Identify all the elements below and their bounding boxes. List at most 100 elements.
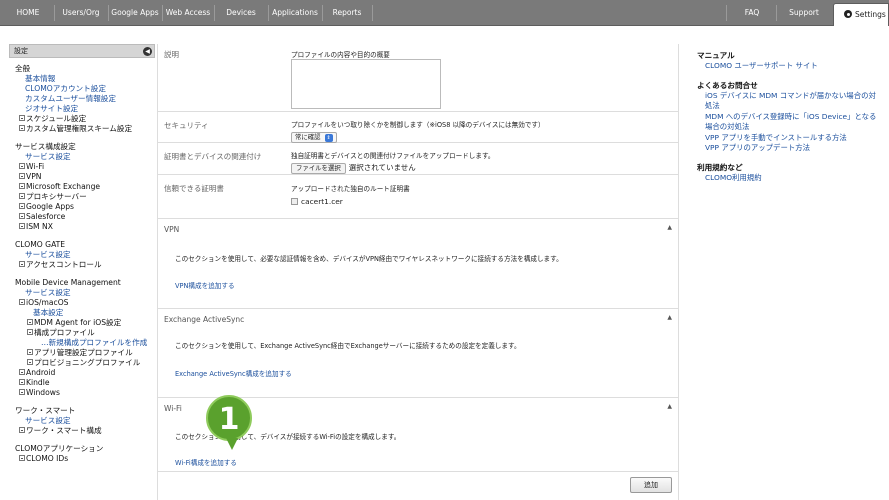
- sidebar-item-label: …新規構成プロファイルを作成: [41, 338, 148, 347]
- expand-tree-icon[interactable]: [19, 389, 25, 395]
- sidebar-item[interactable]: 構成プロファイル: [15, 328, 155, 338]
- description-row: 説明 プロファイルの内容や目的の概要: [158, 44, 678, 112]
- nav-users-org[interactable]: Users/Org: [56, 0, 106, 26]
- faq-link[interactable]: MDM へのデバイス登録時に「iOS Device」となる場合の対処法: [697, 112, 882, 133]
- sidebar-item[interactable]: ジオサイト設定: [15, 104, 155, 114]
- sidebar-item[interactable]: Salesforce: [15, 212, 155, 222]
- expand-tree-icon[interactable]: [19, 223, 25, 229]
- sidebar-item[interactable]: サービス設定: [15, 288, 155, 298]
- sidebar-item[interactable]: CLOMOアカウント設定: [15, 84, 155, 94]
- expand-tree-icon[interactable]: [19, 193, 25, 199]
- add-vpn-link[interactable]: VPN構成を追加する: [175, 280, 235, 290]
- expand-tree-icon[interactable]: [19, 203, 25, 209]
- sidebar-item[interactable]: CLOMO IDs: [15, 454, 155, 464]
- expand-tree-icon[interactable]: [27, 359, 33, 365]
- expand-tree-icon[interactable]: [19, 115, 25, 121]
- sidebar-item[interactable]: Kindle: [15, 378, 155, 388]
- collapse-up-icon[interactable]: ▲: [667, 224, 672, 231]
- sidebar-item-label: サービス設定: [25, 416, 71, 425]
- wifi-section-description: このセクションを使用して、デバイスが接続するWi-Fiの設定を構成します。: [175, 433, 401, 441]
- nav-separator: [726, 5, 727, 21]
- expand-tree-icon[interactable]: [19, 455, 25, 461]
- sidebar-item[interactable]: Google Apps: [15, 202, 155, 212]
- expand-tree-icon[interactable]: [19, 299, 25, 305]
- nav-google-apps[interactable]: Google Apps: [110, 0, 160, 26]
- faq-link[interactable]: VPP アプリを手動でインストールする方法: [697, 133, 882, 144]
- manual-heading: マニュアル: [697, 51, 735, 60]
- security-hint: プロファイルをいつ取り除くかを制御します（※iOS8 以降のデバイスには無効です…: [291, 121, 545, 129]
- security-row: セキュリティ プロファイルをいつ取り除くかを制御します（※iOS8 以降のデバイ…: [158, 112, 678, 143]
- sidebar-item[interactable]: カスタムユーザー情報設定: [15, 94, 155, 104]
- description-textarea[interactable]: [291, 59, 441, 109]
- nav-support[interactable]: Support: [778, 0, 830, 26]
- sidebar-item-label: サービス設定: [25, 152, 71, 161]
- expand-tree-icon[interactable]: [19, 261, 25, 267]
- sidebar-item[interactable]: ワーク・スマート構成: [15, 426, 155, 436]
- nav-web-access[interactable]: Web Access: [164, 0, 212, 26]
- sidebar-item[interactable]: Microsoft Exchange: [15, 182, 155, 192]
- sidebar-group-title: CLOMO GATE: [15, 240, 66, 249]
- sidebar-header: 設定 ◀: [9, 44, 155, 58]
- collapse-sidebar-icon[interactable]: ◀: [143, 47, 152, 56]
- expand-tree-icon[interactable]: [19, 379, 25, 385]
- add-button[interactable]: 追加: [630, 477, 672, 493]
- nav-reports[interactable]: Reports: [324, 0, 370, 26]
- cert-assoc-content: 独自証明書とデバイスとの関連付けファイルをアップロードします。 ファイルを選択選…: [291, 150, 494, 174]
- nav-separator: [214, 5, 215, 21]
- sidebar-item[interactable]: 基本情報: [15, 74, 155, 84]
- sidebar-item[interactable]: MDM Agent for iOS設定: [15, 318, 155, 328]
- security-select[interactable]: 常に確認 ⇕: [291, 132, 337, 143]
- vpn-section-title: VPN: [164, 225, 180, 234]
- nav-applications[interactable]: Applications: [270, 0, 320, 26]
- sidebar-item[interactable]: アプリ管理設定プロファイル: [15, 348, 155, 358]
- add-wifi-link[interactable]: Wi-Fi構成を追加する: [175, 457, 237, 467]
- sidebar-item[interactable]: ISM NX: [15, 222, 155, 232]
- expand-tree-icon[interactable]: [27, 329, 33, 335]
- sidebar-item-label: Wi-Fi: [26, 162, 45, 171]
- choose-file-button[interactable]: ファイルを選択: [291, 163, 346, 174]
- expand-tree-icon[interactable]: [19, 163, 25, 169]
- nav-devices[interactable]: Devices: [216, 0, 266, 26]
- nav-faq[interactable]: FAQ: [730, 0, 774, 26]
- sidebar-item-label: Windows: [26, 388, 60, 397]
- sidebar-item[interactable]: 基本設定: [15, 308, 155, 318]
- expand-tree-icon[interactable]: [19, 213, 25, 219]
- security-content: プロファイルをいつ取り除くかを制御します（※iOS8 以降のデバイスには無効です…: [291, 119, 545, 143]
- sidebar-item[interactable]: …新規構成プロファイルを作成: [15, 338, 155, 348]
- nav-home[interactable]: HOME: [8, 0, 48, 26]
- sidebar-item[interactable]: スケジュール設定: [15, 114, 155, 124]
- sidebar-item[interactable]: プロビジョニングプロファイル: [15, 358, 155, 368]
- sidebar-item[interactable]: サービス設定: [15, 250, 155, 260]
- sidebar-item[interactable]: Android: [15, 368, 155, 378]
- sidebar-item[interactable]: カスタム管理権限スキーム設定: [15, 124, 155, 134]
- expand-tree-icon[interactable]: [19, 427, 25, 433]
- nav-settings-tab[interactable]: Settings: [833, 3, 889, 26]
- collapse-up-icon[interactable]: ▲: [667, 314, 672, 321]
- sidebar-item[interactable]: Windows: [15, 388, 155, 398]
- sidebar-item[interactable]: iOS/macOS: [15, 298, 155, 308]
- sidebar-item[interactable]: VPN: [15, 172, 155, 182]
- sidebar-item-label: 基本設定: [33, 308, 64, 317]
- expand-tree-icon[interactable]: [19, 173, 25, 179]
- sidebar-item[interactable]: アクセスコントロール: [15, 260, 155, 270]
- sidebar-item[interactable]: サービス設定: [15, 152, 155, 162]
- sidebar-item-label: VPN: [26, 172, 42, 181]
- expand-tree-icon[interactable]: [19, 369, 25, 375]
- faq-link[interactable]: VPP アプリのアップデート方法: [697, 143, 882, 154]
- terms-link[interactable]: CLOMO利用規約: [697, 173, 882, 184]
- expand-tree-icon[interactable]: [27, 319, 33, 325]
- faq-link[interactable]: iOS デバイスに MDM コマンドが届かない場合の対処法: [697, 91, 882, 112]
- manual-link[interactable]: CLOMO ユーザーサポート サイト: [697, 61, 882, 72]
- expand-tree-icon[interactable]: [27, 349, 33, 355]
- faq-heading: よくあるお問合せ: [697, 80, 758, 90]
- collapse-up-icon[interactable]: ▲: [667, 403, 672, 410]
- expand-tree-icon[interactable]: [19, 125, 25, 131]
- sidebar-group-title: CLOMOアプリケーション: [15, 444, 104, 453]
- add-exchange-link[interactable]: Exchange ActiveSync構成を追加する: [175, 368, 292, 378]
- sidebar-item[interactable]: サービス設定: [15, 416, 155, 426]
- description-label: 説明: [164, 50, 179, 59]
- sidebar-item[interactable]: プロキシサーバー: [15, 192, 155, 202]
- trusted-cert-hint: アップロードされた独自のルート証明書: [291, 185, 410, 193]
- sidebar-item[interactable]: Wi-Fi: [15, 162, 155, 172]
- expand-tree-icon[interactable]: [19, 183, 25, 189]
